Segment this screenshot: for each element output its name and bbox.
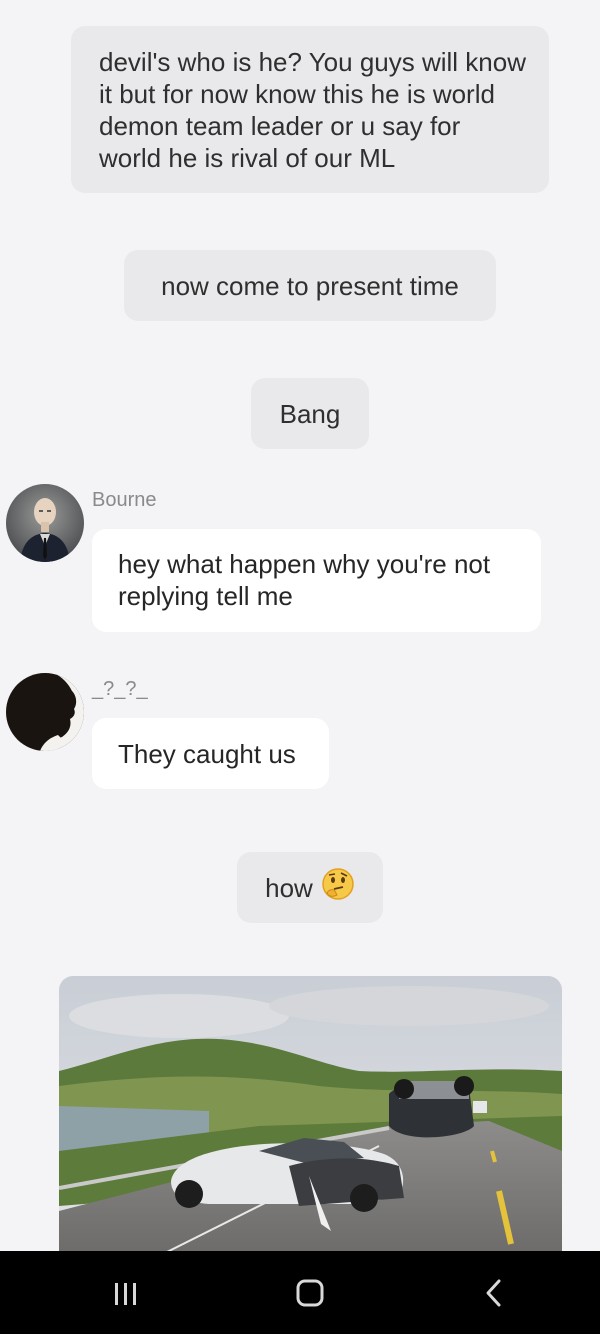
narration-bubble: devil's who is he? You guys will know it… [71,26,549,193]
narration-text: now come to present time [161,270,459,301]
sender-name: _?_?_ [92,678,148,700]
sender-name: Bourne [92,489,157,511]
avatar-unknown[interactable] [6,673,84,751]
message-bubble[interactable]: They caught us [92,718,329,789]
narration-bubble: Bang [251,378,369,449]
narration-bubble: how [237,852,383,923]
message-text: They caught us [118,738,296,769]
narration-bubble: now come to present time [124,250,496,321]
narration-text: how [265,872,313,903]
narration-text: Bang [279,398,341,429]
message-bubble[interactable]: hey what happen why you're not replying … [92,529,541,632]
car-crash-photo[interactable] [59,976,562,1256]
thinking-emoji-icon [321,867,355,908]
system-navigation-bar [0,1251,600,1334]
avatar-bourne[interactable] [6,484,84,562]
recent-apps-icon[interactable] [104,1271,148,1315]
message-text: hey what happen why you're not replying … [118,549,491,611]
narration-text: devil's who is he? You guys will know it… [99,47,526,173]
back-icon[interactable] [472,1271,516,1315]
home-icon[interactable] [288,1271,332,1315]
